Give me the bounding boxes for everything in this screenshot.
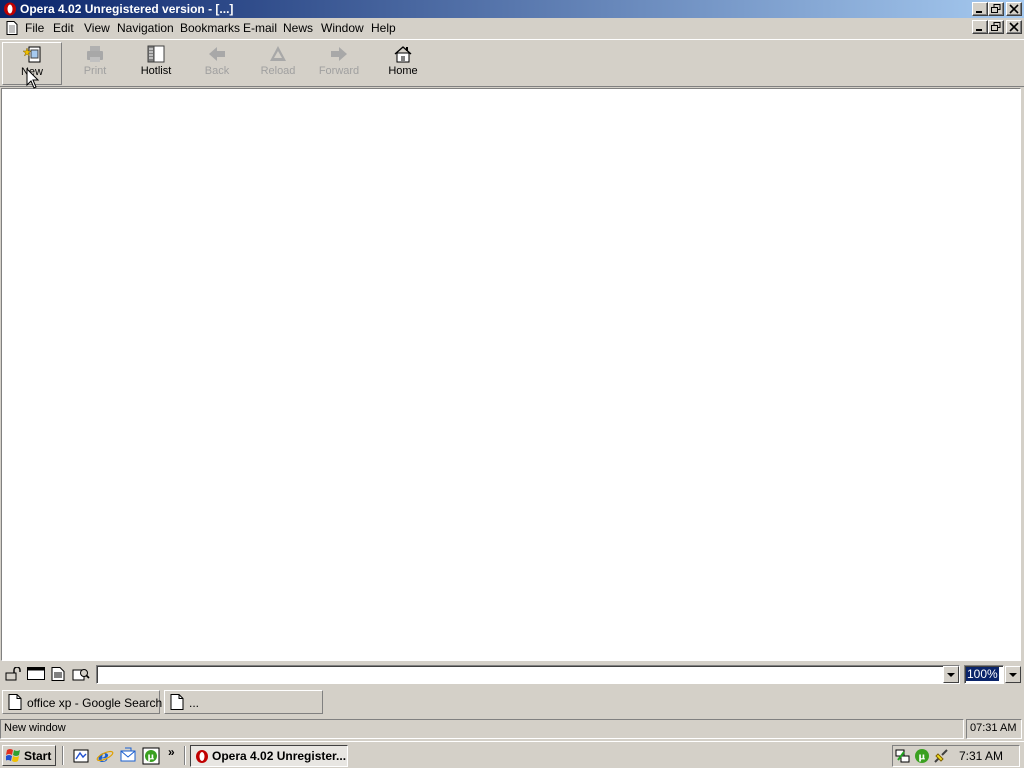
- document-icon: [51, 667, 65, 681]
- child-minimize-button[interactable]: [972, 20, 988, 34]
- taskbar-separator: [62, 746, 64, 765]
- reload-icon: [270, 46, 286, 61]
- hotlist-label: Hotlist: [140, 65, 172, 77]
- url-input[interactable]: [96, 665, 960, 684]
- hotlist-button[interactable]: Hotlist: [126, 42, 186, 85]
- status-time: 07:31 AM: [966, 719, 1022, 739]
- opera-logo-icon: [4, 2, 16, 16]
- document-icon: [170, 694, 184, 710]
- document-view-button[interactable]: [48, 665, 68, 683]
- close-button[interactable]: [1006, 2, 1022, 16]
- print-button[interactable]: Print: [65, 42, 125, 85]
- restore-button[interactable]: [988, 2, 1004, 16]
- windows-logo-icon: [6, 749, 20, 762]
- outlook-express-icon[interactable]: [119, 747, 137, 765]
- page-tab-label: office xp - Google Search: [27, 696, 163, 710]
- svg-text:µ: µ: [919, 753, 926, 763]
- forward-arrow-icon: [331, 47, 347, 61]
- start-label: Start: [24, 749, 52, 763]
- document-icon: [8, 694, 22, 710]
- print-preview-icon: [72, 669, 90, 681]
- menu-file[interactable]: File: [25, 21, 44, 35]
- fullscreen-button[interactable]: [25, 665, 45, 683]
- utorrent-icon[interactable]: µ: [142, 747, 160, 765]
- page-tab-google-search[interactable]: office xp - Google Search: [2, 690, 163, 714]
- menu-edit[interactable]: Edit: [53, 21, 74, 35]
- zoom-value: 100%: [966, 667, 999, 681]
- show-desktop-icon[interactable]: [72, 747, 90, 765]
- page-tab-untitled[interactable]: ...: [164, 690, 323, 714]
- menu-bookmarks[interactable]: Bookmarks: [180, 21, 240, 35]
- url-dropdown-button[interactable]: [943, 666, 959, 683]
- menu-window[interactable]: Window: [321, 21, 364, 35]
- utorrent-tray-icon[interactable]: µ: [914, 748, 930, 764]
- back-label: Back: [204, 65, 230, 77]
- opera-logo-icon: [196, 750, 208, 763]
- child-close-button[interactable]: [1006, 20, 1022, 34]
- print-label: Print: [83, 65, 107, 77]
- close-icon: [1009, 4, 1019, 14]
- restore-icon: [991, 22, 1001, 31]
- menu-navigation[interactable]: Navigation: [117, 21, 174, 35]
- reload-label: Reload: [260, 65, 296, 77]
- menu-help[interactable]: Help: [371, 21, 396, 35]
- unlocked-padlock-icon: [5, 667, 21, 681]
- zoom-field[interactable]: 100%: [964, 665, 1004, 684]
- window-title: Opera 4.02 Unregistered version - [...]: [20, 2, 234, 16]
- home-icon: [394, 46, 412, 63]
- minimize-icon: [976, 11, 982, 13]
- zoom-dropdown-button[interactable]: [1005, 666, 1021, 683]
- back-button[interactable]: Back: [187, 42, 247, 85]
- window-icon: [27, 667, 45, 680]
- title-bar[interactable]: Opera 4.02 Unregistered version - [...]: [0, 0, 1024, 18]
- home-button[interactable]: Home: [373, 42, 433, 85]
- page-window-bar: office xp - Google Search ...: [0, 688, 1024, 716]
- minimize-icon: [976, 29, 982, 31]
- new-window-icon: [22, 46, 41, 63]
- home-label: Home: [388, 65, 418, 77]
- child-restore-button[interactable]: [988, 20, 1004, 34]
- taskbar-button-opera[interactable]: Opera 4.02 Unregister...: [190, 745, 348, 767]
- restore-icon: [991, 4, 1001, 13]
- internet-explorer-icon[interactable]: e: [96, 747, 114, 765]
- menu-email[interactable]: E-mail: [243, 21, 277, 35]
- power-plug-tray-icon[interactable]: [933, 748, 949, 764]
- taskbar-clock: 7:31 AM: [958, 749, 1003, 763]
- hotlist-icon: [147, 45, 165, 63]
- status-message: New window: [0, 719, 964, 739]
- taskbar-separator: [184, 746, 186, 765]
- mouse-pointer-icon: [26, 68, 40, 89]
- system-tray: µ 7:31 AM: [892, 745, 1020, 767]
- page-tab-label: ...: [189, 696, 200, 710]
- security-button[interactable]: [3, 665, 23, 683]
- taskbar-button-label: Opera 4.02 Unregister...: [212, 749, 347, 763]
- main-toolbar: New Print Hotlist Back Reload Forward Ho…: [0, 39, 1024, 87]
- network-tray-icon[interactable]: [895, 748, 911, 764]
- print-icon: [87, 46, 103, 62]
- print-preview-button[interactable]: [70, 665, 90, 683]
- forward-label: Forward: [318, 65, 360, 77]
- start-button[interactable]: Start: [2, 745, 56, 766]
- minimize-button[interactable]: [972, 2, 988, 16]
- reload-button[interactable]: Reload: [248, 42, 308, 85]
- status-bar: New window 07:31 AM: [0, 718, 1024, 740]
- quicklaunch-overflow-chevron[interactable]: »: [168, 745, 175, 759]
- svg-text:µ: µ: [148, 753, 155, 763]
- close-icon: [1009, 22, 1019, 32]
- address-bar: 100%: [0, 662, 1024, 686]
- document-menu-icon[interactable]: [6, 21, 18, 35]
- forward-button[interactable]: Forward: [309, 42, 369, 85]
- windows-taskbar: Start e µ » Opera 4.02 Unregister... µ 7…: [0, 741, 1024, 768]
- back-arrow-icon: [209, 47, 225, 61]
- menu-news[interactable]: News: [283, 21, 313, 35]
- menu-view[interactable]: View: [84, 21, 110, 35]
- page-content-area[interactable]: [1, 88, 1021, 661]
- menu-bar: File Edit View Navigation Bookmarks E-ma…: [0, 18, 1024, 38]
